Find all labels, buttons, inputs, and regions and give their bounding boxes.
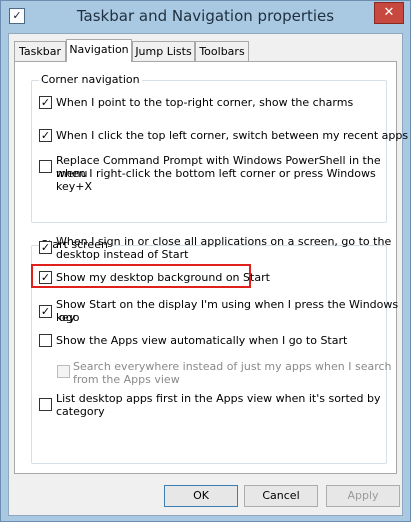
cancel-button[interactable]: Cancel: [244, 485, 318, 507]
charms-checkbox[interactable]: ✓: [39, 96, 52, 109]
corner-navigation-legend: Corner navigation: [39, 73, 142, 86]
apps-view-label[interactable]: Show the Apps view automatically when I …: [56, 334, 347, 347]
tab-toolbars[interactable]: Toolbars: [195, 41, 249, 61]
desktop-background-label[interactable]: Show my desktop background on Start: [56, 271, 270, 284]
tab-jump-lists[interactable]: Jump Lists: [132, 41, 195, 61]
ok-button[interactable]: OK: [164, 485, 238, 507]
apps-view-checkbox[interactable]: [39, 334, 52, 347]
desktop-apps-first-label-line1[interactable]: List desktop apps first in the Apps view…: [56, 392, 381, 405]
search-everywhere-label-line2: from the Apps view: [73, 373, 180, 386]
dialog-window: ✓ Taskbar and Navigation properties ✕ Ta…: [0, 0, 411, 522]
search-everywhere-label-line1: Search everywhere instead of just my app…: [73, 360, 392, 373]
search-everywhere-checkbox[interactable]: [57, 365, 70, 378]
title-bar[interactable]: ✓ Taskbar and Navigation properties ✕: [1, 1, 410, 33]
recent-apps-checkbox[interactable]: ✓: [39, 129, 52, 142]
start-on-display-label-line2[interactable]: key: [56, 311, 75, 324]
desktop-background-checkbox[interactable]: ✓: [39, 271, 52, 284]
window-title: Taskbar and Navigation properties: [76, 7, 335, 25]
go-to-desktop-label-line1[interactable]: When I sign in or close all applications…: [56, 235, 391, 248]
start-on-display-checkbox[interactable]: ✓: [39, 305, 52, 318]
go-to-desktop-checkbox[interactable]: ✓: [39, 241, 52, 254]
tab-taskbar[interactable]: Taskbar: [14, 41, 66, 61]
close-button[interactable]: ✕: [374, 2, 404, 24]
powershell-checkbox[interactable]: [39, 160, 52, 173]
start-on-display-label-line1[interactable]: Show Start on the display I'm using when…: [56, 298, 410, 324]
powershell-label-line2[interactable]: when I right-click the bottom left corne…: [56, 167, 410, 193]
desktop-apps-first-checkbox[interactable]: [39, 398, 52, 411]
go-to-desktop-label-line2[interactable]: desktop instead of Start: [56, 248, 188, 261]
apply-button[interactable]: Apply: [326, 485, 400, 507]
desktop-apps-first-label-line2[interactable]: category: [56, 405, 105, 418]
charms-label[interactable]: When I point to the top-right corner, sh…: [56, 96, 353, 109]
recent-apps-label[interactable]: When I click the top left corner, switch…: [56, 129, 408, 142]
tab-navigation[interactable]: Navigation: [66, 39, 132, 62]
